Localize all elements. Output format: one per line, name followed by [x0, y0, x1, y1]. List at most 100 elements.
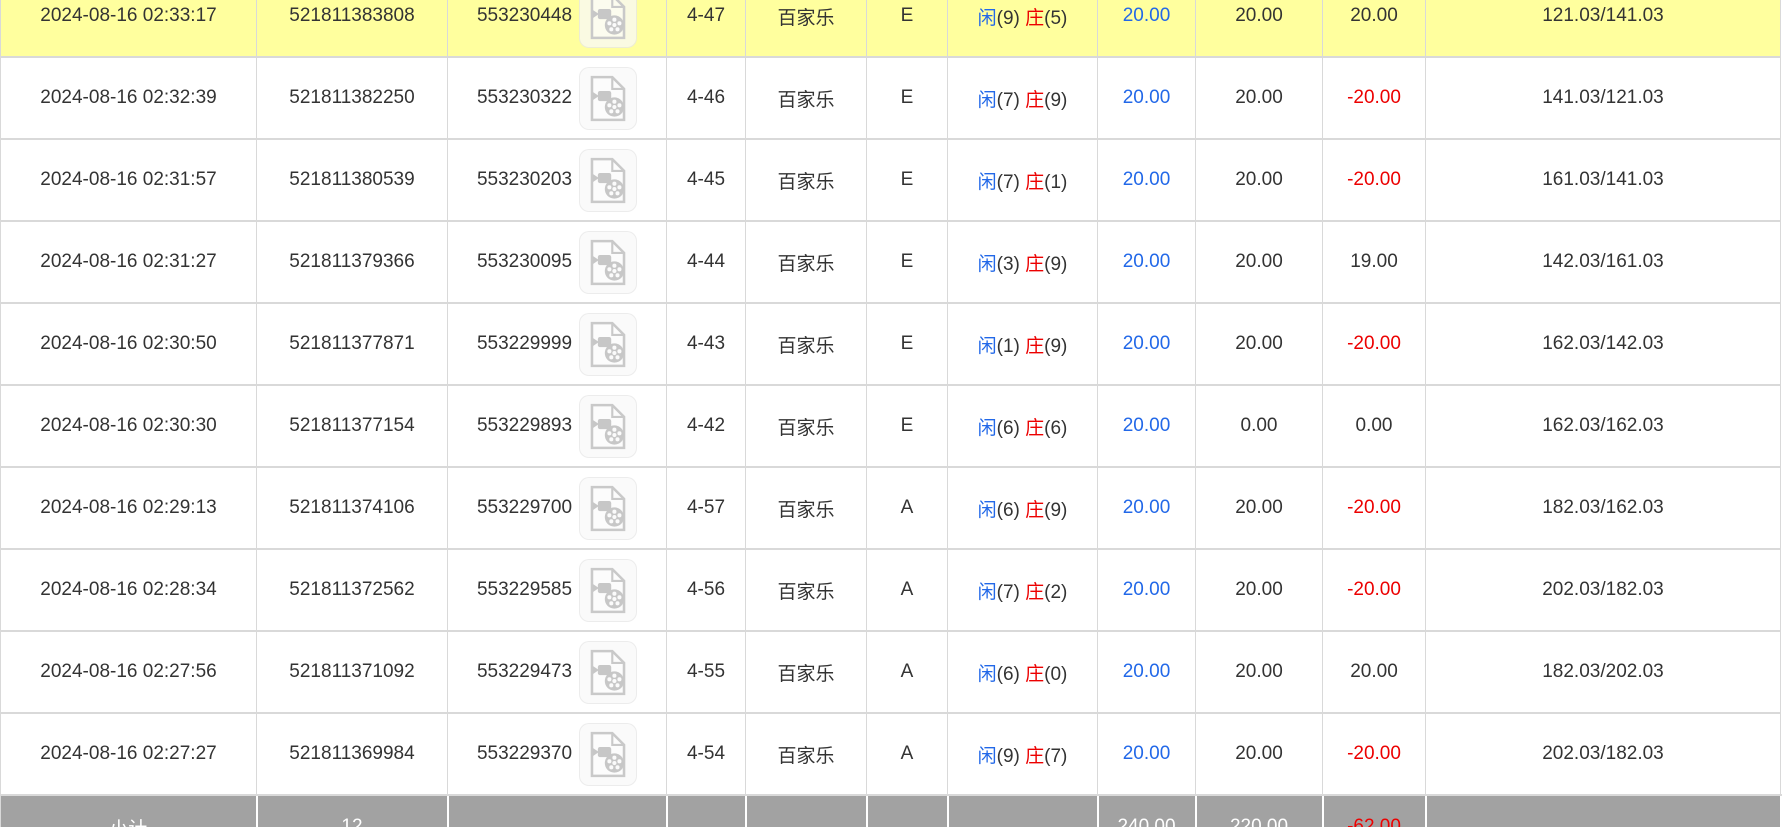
video-replay-button[interactable] — [579, 395, 637, 458]
table-round-cell: 4-45 — [667, 139, 746, 221]
round-id-text: 553230322 — [477, 87, 572, 109]
round-id-text: 553229893 — [477, 415, 572, 437]
result-banker-score: (9) — [1044, 254, 1067, 275]
bet-time-cell: 2024-08-16 02:30:50 — [1, 303, 257, 385]
video-file-icon — [588, 649, 628, 696]
bet-amount-cell[interactable]: 20.00 — [1098, 221, 1196, 303]
order-id-cell: 521811377154 — [257, 385, 448, 467]
bet-amount-cell[interactable]: 20.00 — [1098, 0, 1196, 57]
order-id-cell: 521811377871 — [257, 303, 448, 385]
video-replay-button[interactable] — [579, 723, 637, 786]
subtotal-valid-cell: 220.00 — [1196, 795, 1323, 827]
win-loss-cell: 20.00 — [1323, 0, 1426, 57]
table-round-cell: 4-54 — [667, 713, 746, 795]
result-player-label: 闲 — [978, 418, 997, 439]
video-replay-button[interactable] — [579, 149, 637, 212]
bet-amount-cell[interactable]: 20.00 — [1098, 385, 1196, 467]
balance-cell: 141.03/121.03 — [1426, 57, 1781, 139]
valid-amount-cell: 20.00 — [1196, 0, 1323, 57]
bet-amount-cell[interactable]: 20.00 — [1098, 303, 1196, 385]
video-file-icon — [588, 157, 628, 204]
game-name-cell: 百家乐 — [746, 385, 867, 467]
game-name-cell: 百家乐 — [746, 221, 867, 303]
win-loss-cell: -20.00 — [1323, 303, 1426, 385]
balance-cell: 182.03/202.03 — [1426, 631, 1781, 713]
video-replay-button[interactable] — [579, 0, 637, 48]
result-banker-label: 庄 — [1025, 500, 1044, 521]
balance-cell: 161.03/141.03 — [1426, 139, 1781, 221]
game-name-cell: 百家乐 — [746, 57, 867, 139]
result-player-score: (9) — [997, 746, 1020, 767]
game-name-cell: 百家乐 — [746, 631, 867, 713]
table-code-cell: A — [867, 713, 948, 795]
video-file-icon — [588, 75, 628, 122]
bet-amount-cell[interactable]: 20.00 — [1098, 631, 1196, 713]
result-banker-label: 庄 — [1025, 90, 1044, 111]
valid-amount-cell: 20.00 — [1196, 549, 1323, 631]
round-id-wrap: 553229370 — [477, 723, 637, 786]
order-id-cell: 521811371092 — [257, 631, 448, 713]
round-id-text: 553230448 — [477, 5, 572, 27]
balance-cell: 142.03/161.03 — [1426, 221, 1781, 303]
round-id-text: 553229999 — [477, 333, 572, 355]
video-replay-button[interactable] — [579, 641, 637, 704]
bet-history-viewport: 2024-08-16 02:33:17521811383808553230448… — [0, 0, 1789, 827]
game-name-cell: 百家乐 — [746, 467, 867, 549]
game-result-cell: 闲(6) 庄(9) — [948, 467, 1098, 549]
subtotal-count-cell: 12 — [257, 795, 448, 827]
win-loss-cell: -20.00 — [1323, 713, 1426, 795]
table-round-cell: 4-55 — [667, 631, 746, 713]
video-replay-button[interactable] — [579, 559, 637, 622]
valid-amount-cell: 20.00 — [1196, 303, 1323, 385]
bet-amount-cell[interactable]: 20.00 — [1098, 549, 1196, 631]
round-id-text: 553229370 — [477, 743, 572, 765]
win-loss-cell: -20.00 — [1323, 467, 1426, 549]
video-file-icon — [588, 485, 628, 532]
round-id-cell: 553230448 — [448, 0, 667, 57]
table-code-cell: E — [867, 139, 948, 221]
video-replay-button[interactable] — [579, 231, 637, 294]
round-id-wrap: 553229473 — [477, 641, 637, 704]
round-id-text: 553229585 — [477, 579, 572, 601]
result-player-label: 闲 — [978, 664, 997, 685]
result-banker-label: 庄 — [1025, 254, 1044, 275]
video-file-icon — [588, 403, 628, 450]
table-code-cell: E — [867, 385, 948, 467]
round-id-wrap: 553230322 — [477, 67, 637, 130]
win-loss-cell: 0.00 — [1323, 385, 1426, 467]
result-player-label: 闲 — [978, 254, 997, 275]
round-id-cell: 553229999 — [448, 303, 667, 385]
video-file-icon — [588, 567, 628, 614]
round-id-text: 553229473 — [477, 661, 572, 683]
bet-amount-cell[interactable]: 20.00 — [1098, 713, 1196, 795]
bet-amount-cell[interactable]: 20.00 — [1098, 57, 1196, 139]
table-row: 2024-08-16 02:32:39521811382250553230322… — [1, 57, 1781, 139]
result-player-label: 闲 — [978, 90, 997, 111]
valid-amount-cell: 20.00 — [1196, 57, 1323, 139]
subtotal-empty-balance — [1426, 795, 1781, 827]
video-replay-button[interactable] — [579, 477, 637, 540]
bet-amount-cell[interactable]: 20.00 — [1098, 139, 1196, 221]
result-player-score: (6) — [997, 664, 1020, 685]
round-id-cell: 553229473 — [448, 631, 667, 713]
video-file-icon — [588, 239, 628, 286]
round-id-cell: 553229585 — [448, 549, 667, 631]
bet-time-cell: 2024-08-16 02:27:56 — [1, 631, 257, 713]
game-name-cell: 百家乐 — [746, 549, 867, 631]
win-loss-cell: 20.00 — [1323, 631, 1426, 713]
result-player-label: 闲 — [978, 746, 997, 767]
win-loss-cell: 19.00 — [1323, 221, 1426, 303]
bet-amount-cell[interactable]: 20.00 — [1098, 467, 1196, 549]
subtotal-empty-code — [867, 795, 948, 827]
game-name-cell: 百家乐 — [746, 0, 867, 57]
video-file-icon — [588, 731, 628, 778]
table-row: 2024-08-16 02:30:30521811377154553229893… — [1, 385, 1781, 467]
result-banker-label: 庄 — [1025, 172, 1044, 193]
subtotal-empty-round — [448, 795, 667, 827]
video-replay-button[interactable] — [579, 313, 637, 376]
result-banker-label: 庄 — [1025, 664, 1044, 685]
video-replay-button[interactable] — [579, 67, 637, 130]
game-result-cell: 闲(1) 庄(9) — [948, 303, 1098, 385]
table-code-cell: A — [867, 467, 948, 549]
round-id-wrap: 553230448 — [477, 0, 637, 48]
